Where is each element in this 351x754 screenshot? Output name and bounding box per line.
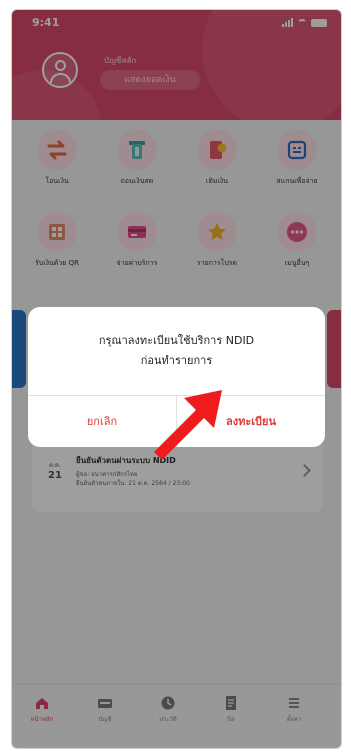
dialog-message-line2: ก่อนทำรายการ xyxy=(140,354,213,367)
annotation-arrow-icon xyxy=(154,390,222,460)
dialog-message-line1: กรุณาลงทะเบียนใช้บริการ NDID xyxy=(98,334,255,347)
